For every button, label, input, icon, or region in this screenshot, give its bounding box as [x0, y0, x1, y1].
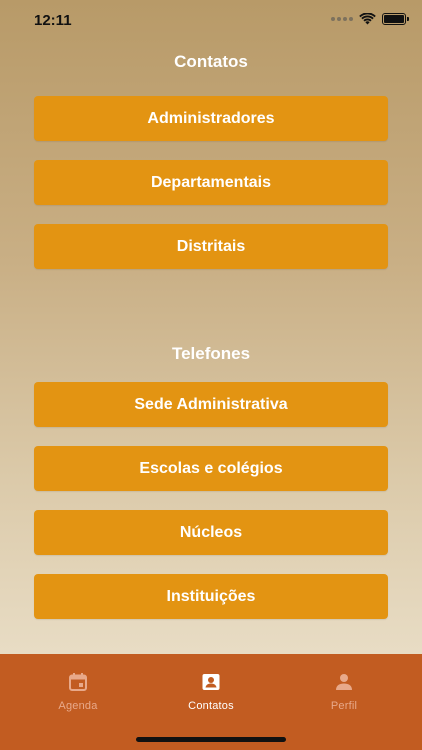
battery-icon [382, 13, 409, 25]
tab-agenda[interactable]: Agenda [28, 672, 128, 712]
tab-bar: Agenda Contatos Perfil [0, 654, 422, 750]
contact-card-icon [202, 674, 220, 690]
distritais-button[interactable]: Distritais [34, 224, 388, 269]
departamentais-button[interactable]: Departamentais [34, 160, 388, 205]
nucleos-button[interactable]: Núcleos [34, 510, 388, 555]
telefones-section-title: Telefones [171, 344, 251, 363]
tab-contatos-label: Contatos [188, 700, 234, 712]
signal-icon [331, 17, 353, 21]
wifi-icon [359, 13, 376, 25]
contatos-section-title: Contatos [174, 52, 248, 71]
tab-perfil-label: Perfil [330, 700, 358, 712]
status-bar: 12:11 [0, 0, 422, 42]
escolas-e-colegios-button[interactable]: Escolas e colégios [34, 446, 388, 491]
tab-agenda-label: Agenda [58, 700, 98, 712]
instituicoes-button[interactable]: Instituições [34, 574, 388, 619]
tab-contatos[interactable]: Contatos [161, 672, 261, 712]
administradores-button[interactable]: Administradores [34, 96, 388, 141]
person-icon [336, 674, 352, 690]
tab-perfil[interactable]: Perfil [294, 672, 394, 712]
home-indicator[interactable] [136, 737, 286, 742]
sede-administrativa-button[interactable]: Sede Administrativa [34, 382, 388, 427]
status-icons [331, 13, 409, 25]
calendar-icon [69, 673, 87, 691]
status-time: 12:11 [34, 12, 72, 29]
